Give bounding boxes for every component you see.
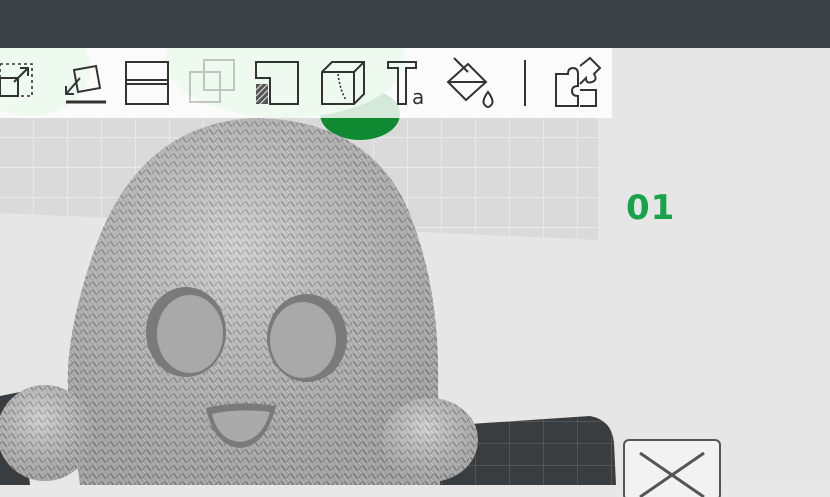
seam-painting-icon: [321, 61, 365, 105]
tool-text-shape[interactable]: a: [382, 56, 436, 110]
tool-mesh-boolean[interactable]: [186, 56, 240, 110]
toolbar-separator: [524, 60, 526, 106]
tool-support-painting[interactable]: [250, 56, 304, 110]
text-shape-icon: a: [387, 61, 424, 109]
support-painting-icon: [255, 61, 299, 105]
tool-seam-painting[interactable]: [316, 56, 370, 110]
mesh-boolean-icon: [189, 59, 235, 103]
color-painting-icon: [446, 57, 494, 108]
tool-assembly[interactable]: [550, 56, 604, 110]
tool-color-painting[interactable]: [444, 56, 498, 110]
svg-text:a: a: [412, 85, 424, 109]
lay-on-face-icon: [65, 64, 106, 104]
scale-icon: [0, 63, 33, 97]
plate-number-label[interactable]: 01: [626, 188, 675, 228]
tool-lay-on-face[interactable]: [56, 56, 110, 110]
close-plate-icon[interactable]: [622, 437, 722, 497]
cut-icon: [125, 61, 169, 105]
assembly-icon: [555, 56, 602, 107]
gizmo-toolbar: a: [0, 48, 612, 118]
tool-scale[interactable]: [0, 56, 40, 110]
title-bar: [0, 0, 830, 48]
tool-cut[interactable]: [120, 56, 174, 110]
